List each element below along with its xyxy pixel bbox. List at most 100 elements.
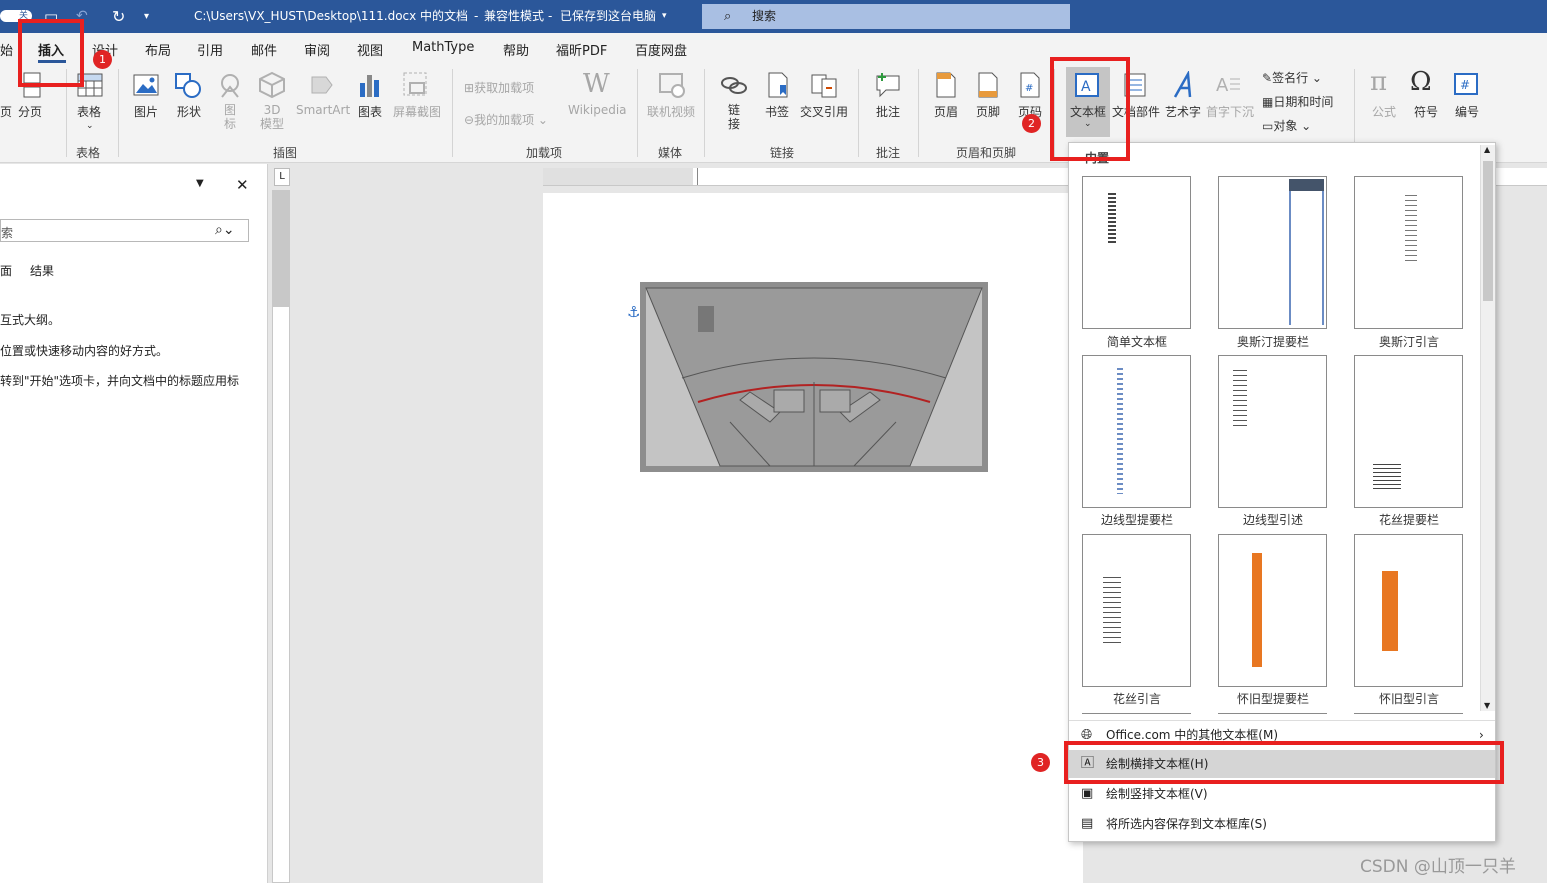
bookmark-icon — [768, 72, 788, 98]
group-illustrations-label: 插图 — [273, 146, 298, 160]
screenshot-button[interactable]: 屏幕截图 — [393, 103, 441, 120]
customize-qat-icon[interactable]: ▾ — [144, 0, 149, 33]
save-icon: ▤ — [1081, 816, 1094, 831]
3d-model-button[interactable]: 3D 模型 — [260, 103, 284, 131]
pages-button[interactable]: 页 — [0, 103, 12, 120]
tab-help[interactable]: 帮助 — [503, 40, 529, 59]
scroll-thumb[interactable] — [1483, 161, 1493, 301]
calendar-icon: ▦ — [1262, 95, 1274, 109]
gallery-item-retro-sidebar[interactable] — [1218, 534, 1327, 687]
page-break-button[interactable]: 分页 — [18, 103, 42, 120]
gallery-item-filigree-sidebar[interactable] — [1354, 355, 1463, 508]
group-links-label: 链接 — [770, 146, 795, 160]
table-button[interactable]: 表格 — [77, 103, 101, 120]
gallery-item-austin-sidebar[interactable] — [1218, 176, 1327, 329]
number-button[interactable]: 编号 — [1455, 103, 1479, 120]
icons-icon — [221, 74, 239, 98]
picture-icon — [133, 74, 159, 96]
gallery-item-sideline-sidebar[interactable] — [1082, 355, 1191, 508]
search-box[interactable]: ⌕ 搜索 — [702, 4, 1070, 29]
anchor-icon: ⚓ — [627, 303, 641, 321]
search-label: 搜索 — [752, 9, 777, 23]
group-tables-label: 表格 — [76, 146, 101, 160]
tab-references[interactable]: 引用 — [197, 40, 223, 59]
shapes-button[interactable]: 形状 — [177, 103, 201, 120]
scroll-up-icon[interactable]: ▲ — [1484, 145, 1490, 154]
gallery-scrollbar[interactable]: ▲ ▼ — [1480, 145, 1495, 711]
tab-results[interactable]: 结果 — [30, 262, 54, 279]
pane-options-icon[interactable]: ▼ — [196, 178, 204, 189]
equation-icon: π — [1370, 67, 1388, 97]
my-addins-button[interactable]: ⊖我的加载项 ⌄ — [464, 111, 548, 128]
highlight-textbox-button — [1050, 57, 1130, 161]
smartart-button[interactable]: SmartArt — [296, 103, 350, 117]
tab-review[interactable]: 审阅 — [304, 40, 330, 59]
signature-line-button[interactable]: ✎签名行 ⌄ — [1262, 69, 1322, 86]
wordart-button[interactable]: 艺术字 — [1165, 103, 1201, 120]
tab-mathtype[interactable]: MathType — [412, 40, 474, 55]
wikipedia-button[interactable]: Wikipedia — [568, 103, 627, 117]
tab-layout[interactable]: 布局 — [145, 40, 171, 59]
navigation-search-input[interactable]: 索 ⌕⌄ — [0, 219, 249, 242]
highlight-insert-tab — [18, 19, 84, 87]
object-button[interactable]: ▭对象 ⌄ — [1262, 117, 1311, 134]
document-image[interactable] — [640, 282, 988, 472]
gallery-caption: 怀旧型引言 — [1378, 692, 1439, 706]
redo-icon[interactable]: ↻ — [112, 0, 125, 33]
smartart-icon — [311, 76, 333, 94]
bookmark-button[interactable]: 书签 — [765, 103, 789, 120]
scroll-down-icon[interactable]: ▼ — [1484, 701, 1490, 710]
comment-button[interactable]: 批注 — [876, 103, 900, 120]
header-button[interactable]: 页眉 — [934, 103, 958, 120]
vertical-ruler[interactable] — [272, 190, 290, 883]
title-bar: 关 ▭ ↶ ↻ ▾ C:\Users\VX_HUST\Desktop\111.d… — [0, 0, 1547, 33]
online-video-button[interactable]: 联机视频 — [647, 103, 695, 120]
tab-foxit-pdf[interactable]: 福昕PDF — [556, 40, 607, 59]
help-text-3: 转到"开始"选项卡，并向文档中的标题应用标 — [0, 374, 240, 388]
chevron-down-icon[interactable]: ▾ — [662, 0, 667, 33]
tab-view[interactable]: 视图 — [357, 40, 383, 59]
gallery-caption: 花丝引言 — [1112, 692, 1161, 706]
gallery-item-austin-quote[interactable] — [1354, 176, 1463, 329]
tab-home[interactable]: 始 — [0, 40, 13, 59]
chart-button[interactable]: 图表 — [358, 103, 382, 120]
highlight-draw-horizontal-textbox — [1064, 741, 1504, 784]
gallery-item-simple-textbox[interactable] — [1082, 176, 1191, 329]
gallery-item-filigree-quote[interactable] — [1082, 534, 1191, 687]
shapes-icon — [175, 73, 201, 98]
search-icon: ⌕ — [724, 9, 732, 24]
page-number-icon: # — [1020, 72, 1040, 98]
group-comments-label: 批注 — [876, 146, 901, 160]
tab-pages[interactable]: 面 — [0, 262, 12, 279]
close-icon[interactable]: ✕ — [236, 176, 249, 194]
equation-button[interactable]: 公式 — [1372, 103, 1396, 120]
draw-vertical-textbox-menu-item[interactable]: ▣ 绘制竖排文本框(V) — [1069, 780, 1495, 808]
drop-cap-button[interactable]: 首字下沉 — [1206, 103, 1254, 120]
ruler-tab-selector[interactable]: L — [274, 168, 290, 186]
tab-mailings[interactable]: 邮件 — [251, 40, 277, 59]
date-time-button[interactable]: ▦日期和时间 — [1262, 93, 1333, 110]
number-icon: # — [1454, 73, 1478, 95]
gallery-item-sideline-quote[interactable] — [1218, 355, 1327, 508]
help-text-1: 互式大纲。 — [0, 313, 61, 327]
save-status[interactable]: 已保存到这台电脑 — [560, 0, 656, 33]
symbol-button[interactable]: 符号 — [1414, 103, 1438, 120]
tab-baidu-netdisk[interactable]: 百度网盘 — [635, 40, 687, 59]
footer-button[interactable]: 页脚 — [976, 103, 1000, 120]
cross-reference-button[interactable]: 交叉引用 — [800, 103, 848, 120]
svg-text:A: A — [1216, 75, 1229, 96]
get-addins-button[interactable]: ⊞获取加载项 — [464, 79, 534, 96]
comment-icon — [876, 73, 900, 98]
footer-icon — [978, 72, 998, 98]
picture-button[interactable]: 图片 — [134, 103, 158, 120]
document-page[interactable]: ⚓ — [543, 193, 1083, 883]
gallery-item-retro-quote[interactable] — [1354, 534, 1463, 687]
icons-button[interactable]: 图标 — [224, 103, 236, 131]
navigation-pane: ▼ ✕ 索 ⌕⌄ 面 结果 互式大纲。 位置或快速移动内容的好方式。 转到"开始… — [0, 164, 268, 883]
link-button[interactable]: 链接 — [728, 103, 740, 131]
gallery-caption: 花丝提要栏 — [1378, 513, 1439, 527]
search-icon[interactable]: ⌕⌄ — [215, 222, 235, 238]
object-icon: ▭ — [1262, 119, 1274, 133]
save-selection-menu-item[interactable]: ▤ 将所选内容保存到文本框库(S) — [1069, 810, 1495, 838]
compat-mode: 兼容性模式 — [484, 9, 545, 23]
